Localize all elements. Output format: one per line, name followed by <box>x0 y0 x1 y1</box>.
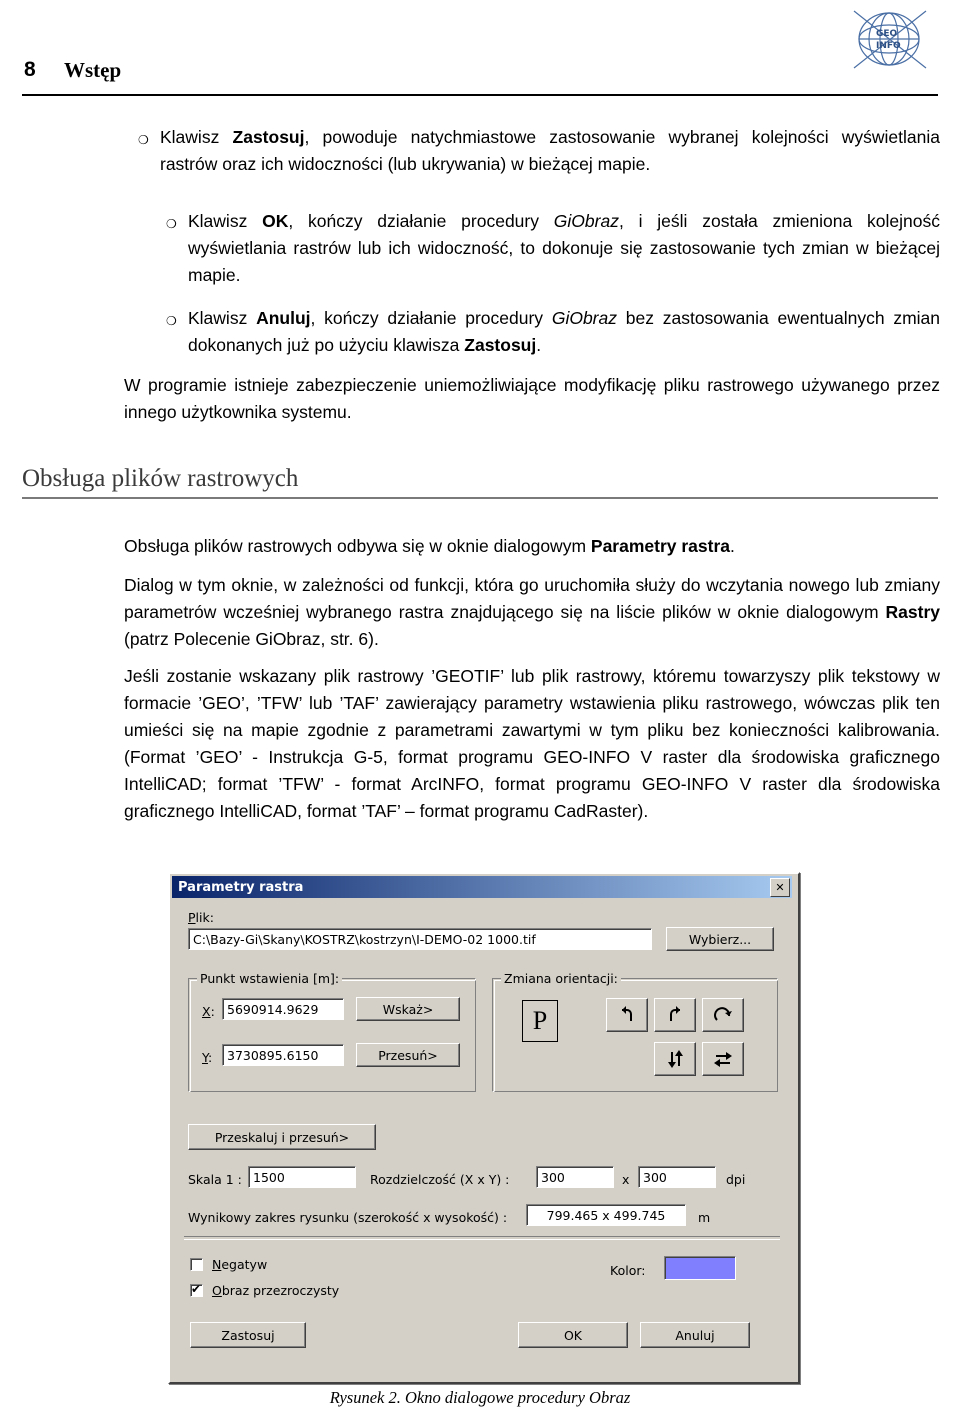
bullet-icon: ❍ <box>166 314 177 328</box>
przeskaluj-button[interactable]: Przeskaluj i przesuń> <box>188 1124 376 1150</box>
wskaz-button[interactable]: Wskaż> <box>356 997 460 1021</box>
dialog-titlebar[interactable]: Parametry rastra ✕ <box>172 876 792 898</box>
list-item: ❍ Klawisz Anuluj, kończy działanie proce… <box>152 305 940 359</box>
y-input[interactable]: 3730895.6150 <box>222 1044 344 1066</box>
document-page: 8 Wstęp GEO INFO ❍ Klawisz Zastosuj, pow… <box>0 0 960 1420</box>
x-input[interactable]: 5690914.9629 <box>222 998 344 1020</box>
res-x-input[interactable]: 300 <box>536 1166 614 1188</box>
zakres-label: Wynikowy zakres rysunku (szerokość x wys… <box>188 1210 508 1225</box>
flip-vertical-icon[interactable] <box>654 1042 696 1076</box>
punkt-wstawienia-legend: Punkt wstawienia [m]: <box>197 971 343 986</box>
section-heading: Obsługa plików rastrowych <box>22 465 938 499</box>
svg-text:INFO: INFO <box>876 41 901 51</box>
zmiana-orientacji-legend: Zmiana orientacji: <box>501 971 621 986</box>
rotate-cw-icon[interactable] <box>702 998 744 1032</box>
figure-caption: Rysunek 2. Okno dialogowe procedury Obra… <box>329 1388 631 1407</box>
negatyw-checkbox[interactable] <box>190 1258 203 1271</box>
plik-path-input[interactable]: C:\Bazy-Gi\Skany\KOSTRZ\kostrzyn\I-DEMO-… <box>188 928 652 950</box>
bullet-icon: ❍ <box>166 217 177 231</box>
rozdzielczosc-label: Rozdzielczość (X x Y) : <box>370 1172 510 1187</box>
res-multiply-symbol: x <box>622 1172 630 1187</box>
list-item: ❍ Klawisz OK, kończy działanie procedury… <box>152 208 940 289</box>
skala-label: Skala 1 : <box>188 1172 242 1187</box>
zakres-unit: m <box>698 1210 711 1225</box>
skala-input[interactable]: 1500 <box>248 1166 356 1188</box>
paragraph-dialog: Dialog w tym oknie, w zależności od funk… <box>124 575 940 649</box>
paragraph-protection: W programie istnieje zabezpieczenie unie… <box>124 375 940 422</box>
plik-label: Plik: <box>188 910 214 925</box>
rotate-left-icon[interactable] <box>606 998 648 1032</box>
list-item: ❍ Klawisz Zastosuj, powoduje natychmiast… <box>124 124 940 178</box>
flip-horizontal-icon[interactable] <box>702 1042 744 1076</box>
bullet-text-2: Klawisz OK, kończy działanie procedury G… <box>188 211 941 285</box>
obraz-przezroczysty-label: Obraz przezroczysty <box>212 1283 340 1298</box>
punkt-wstawienia-group: Punkt wstawienia [m]: <box>188 971 476 1092</box>
page-number: 8 <box>24 58 36 81</box>
header-title: Wstęp <box>64 58 122 82</box>
kolor-swatch[interactable] <box>664 1256 736 1280</box>
paragraph-obsluga: Obsługa plików rastrowych odbywa się w o… <box>124 536 735 556</box>
parametry-rastra-dialog: Parametry rastra ✕ Plik: C:\Bazy-Gi\Skan… <box>168 872 800 1384</box>
negatyw-label: Negatyw <box>212 1257 268 1272</box>
bullet-text-1: Klawisz Zastosuj, powoduje natychmiastow… <box>160 127 941 174</box>
paragraph-geotif: Jeśli zostanie wskazany plik rastrowy ’G… <box>124 666 940 821</box>
ok-button[interactable]: OK <box>518 1322 628 1348</box>
zastosuj-button[interactable]: Zastosuj <box>190 1322 306 1348</box>
anuluj-button[interactable]: Anuluj <box>640 1322 750 1348</box>
wybierz-button[interactable]: Wybierz... <box>666 927 774 951</box>
orientation-preview: P <box>522 1000 558 1042</box>
dialog-title: Parametry rastra <box>178 879 304 895</box>
section-divider <box>22 497 938 499</box>
y-label: Y: <box>202 1050 213 1065</box>
obraz-przezroczysty-checkbox[interactable] <box>190 1282 203 1297</box>
zakres-value: 799.465 x 499.745 <box>526 1204 686 1226</box>
geo-info-logo-icon: GEO INFO <box>853 10 927 69</box>
kolor-label: Kolor: <box>610 1263 646 1278</box>
section-heading-text: Obsługa plików rastrowych <box>22 465 299 492</box>
plik-label-rest: lik: <box>195 910 214 925</box>
page-header: 8 Wstęp GEO INFO <box>0 0 960 96</box>
dialog-divider <box>184 1236 780 1240</box>
rotate-right-icon[interactable] <box>654 998 696 1032</box>
close-icon[interactable]: ✕ <box>770 878 790 897</box>
x-label: X: <box>202 1004 215 1019</box>
header-divider <box>22 94 938 96</box>
svg-text:GEO: GEO <box>876 29 898 39</box>
bullet-icon: ❍ <box>138 133 149 147</box>
bullet-text-3: Klawisz Anuluj, kończy działanie procedu… <box>188 308 940 355</box>
dpi-label: dpi <box>726 1172 746 1187</box>
przesun-button[interactable]: Przesuń> <box>356 1043 460 1067</box>
res-y-input[interactable]: 300 <box>638 1166 716 1188</box>
